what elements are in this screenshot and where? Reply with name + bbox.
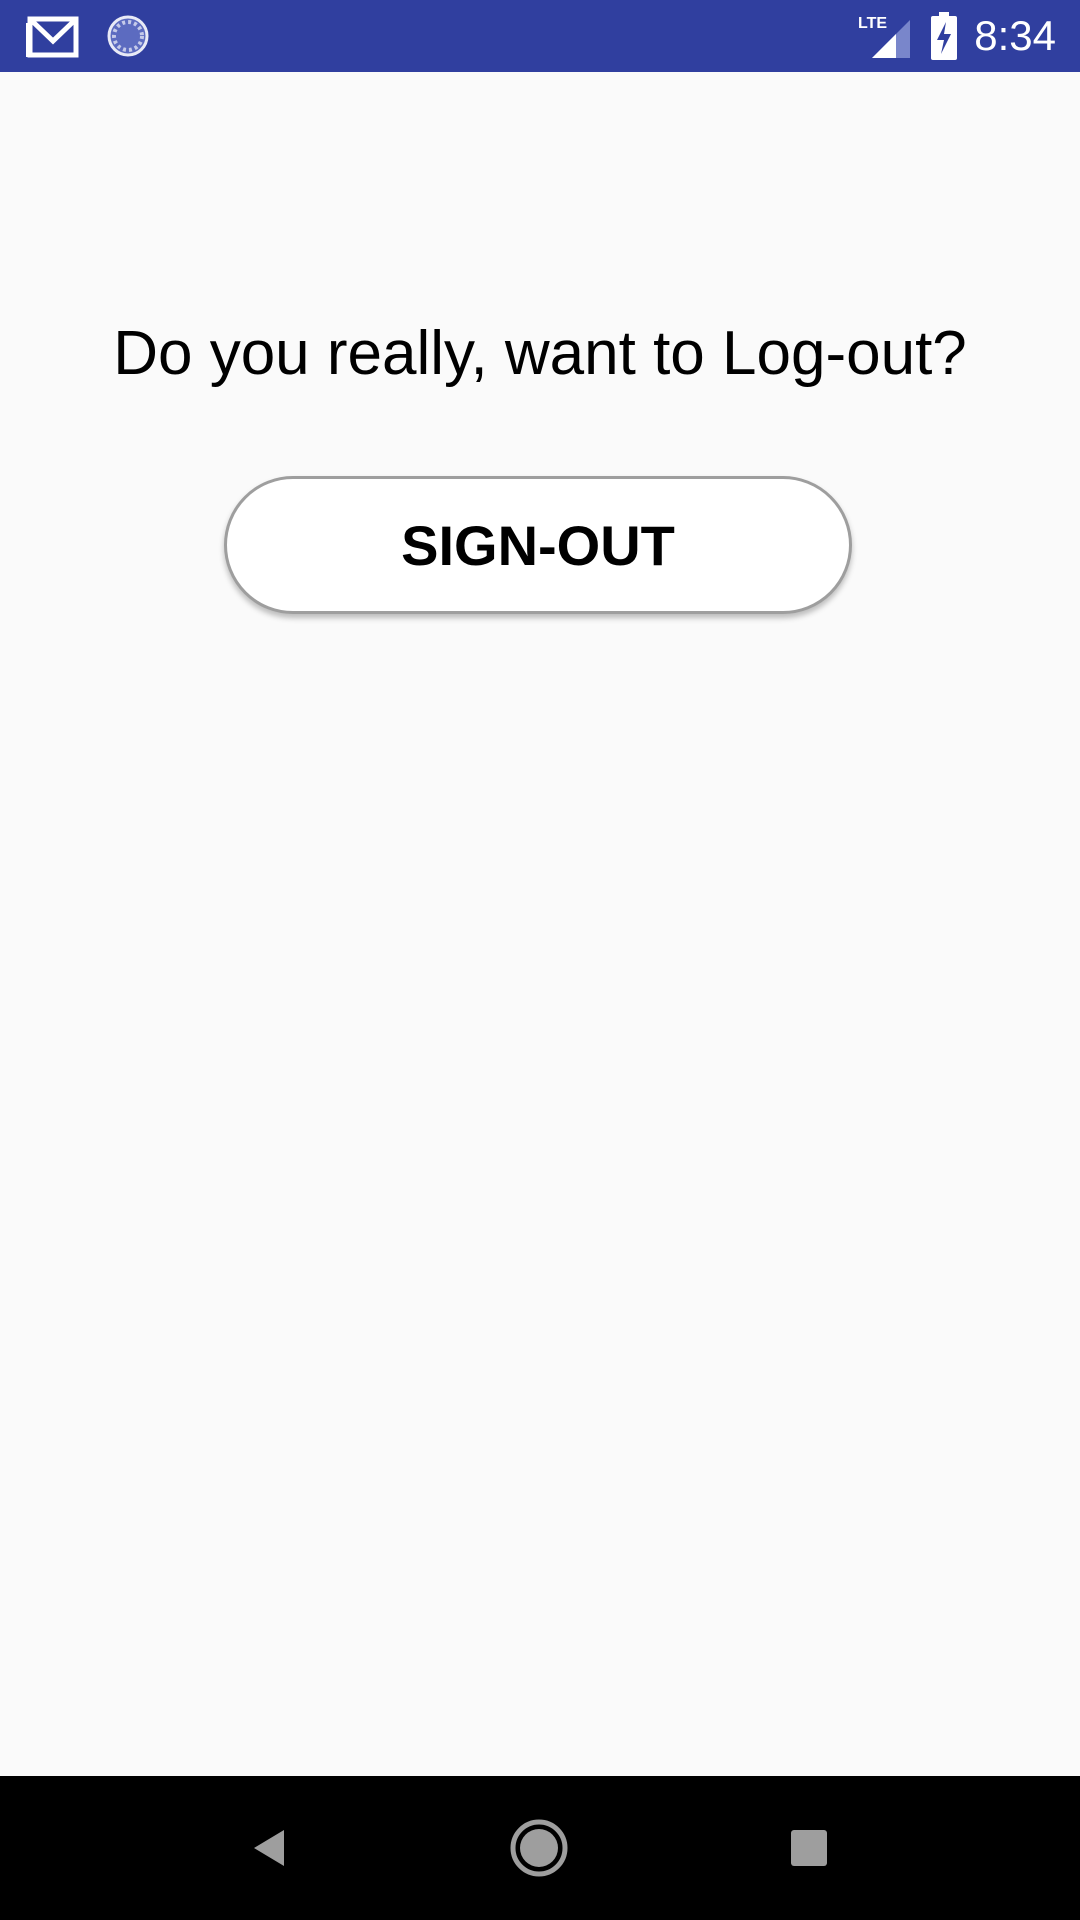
recents-icon[interactable] xyxy=(773,1812,845,1884)
battery-charging-icon xyxy=(930,12,958,60)
back-icon[interactable] xyxy=(234,1812,306,1884)
lte-signal-icon: LTE xyxy=(858,12,914,60)
gmail-icon xyxy=(26,13,80,59)
status-clock: 8:34 xyxy=(974,12,1056,59)
system-icons: LTE 8:34 xyxy=(858,0,1056,72)
notification-icons xyxy=(26,12,150,60)
screen: LTE 8:34 Do you really, want to Log-out?… xyxy=(0,0,1080,1920)
logout-question: Do you really, want to Log-out? xyxy=(113,319,967,388)
status-bar: LTE 8:34 xyxy=(0,0,1080,72)
home-icon[interactable] xyxy=(503,1812,575,1884)
signout-button[interactable]: SIGN-OUT xyxy=(224,476,852,614)
navigation-bar xyxy=(0,1776,1080,1920)
network-label: LTE xyxy=(858,15,887,32)
sync-icon xyxy=(106,14,150,58)
